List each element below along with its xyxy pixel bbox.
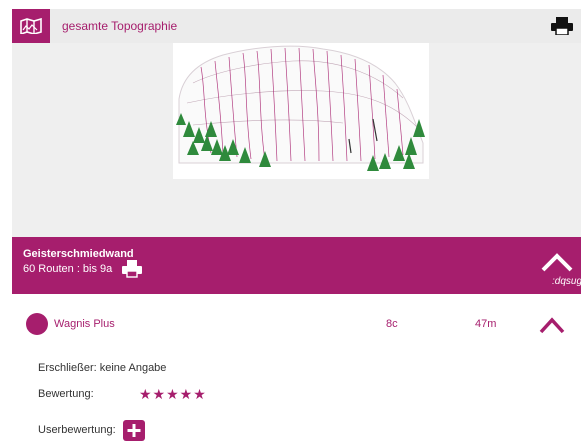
plus-icon xyxy=(127,424,141,437)
developer-label: Erschließer: xyxy=(38,362,97,374)
map-icon xyxy=(20,18,42,34)
topography-map-button[interactable] xyxy=(12,9,50,43)
topography-bar: gesamte Topographie xyxy=(12,9,581,43)
route-grade: 8c xyxy=(386,318,398,330)
rating-stars: ★★★★★ xyxy=(139,386,207,402)
printer-icon[interactable] xyxy=(551,17,573,35)
sector-name: Geisterschmiedwand xyxy=(23,248,134,260)
developer-value: keine Angabe xyxy=(99,362,167,374)
topography-panel xyxy=(12,43,581,237)
route-row[interactable]: Wagnis Plus 8c 47m xyxy=(12,313,581,337)
user-rating-label: Userbewertung: xyxy=(38,424,116,436)
route-color-dot xyxy=(26,313,48,335)
user-rating-row: Userbewertung: xyxy=(38,424,116,436)
route-length: 47m xyxy=(475,318,497,330)
chevron-up-icon[interactable] xyxy=(539,316,565,334)
rock-face-illustration xyxy=(176,45,425,171)
printer-icon[interactable] xyxy=(122,258,142,278)
developer-row: Erschließer: keine Angabe xyxy=(38,362,166,374)
topography-image[interactable] xyxy=(173,43,429,179)
topography-link[interactable]: gesamte Topographie xyxy=(62,9,177,43)
add-user-rating-button[interactable] xyxy=(123,420,145,441)
chevron-up-icon[interactable] xyxy=(540,251,574,273)
rating-label: Bewertung: xyxy=(38,388,94,400)
sector-route-summary: 60 Routen : bis 9a xyxy=(23,263,113,275)
sector-header[interactable]: Geisterschmiedwand 60 Routen : bis 9a :d… xyxy=(12,237,581,294)
route-name[interactable]: Wagnis Plus xyxy=(54,318,115,330)
rating-row: Bewertung: ★★★★★ xyxy=(38,386,206,402)
sector-note: :dqsug xyxy=(552,276,581,287)
